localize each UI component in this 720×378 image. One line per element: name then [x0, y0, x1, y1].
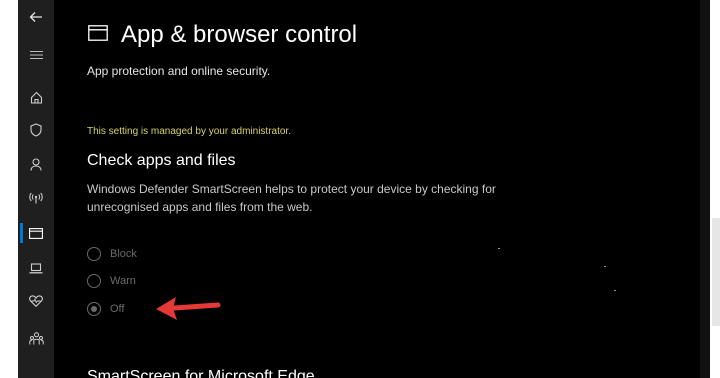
- sidebar-item-family-options[interactable]: [18, 324, 54, 352]
- home-icon: [30, 91, 42, 104]
- radio-option-block[interactable]: Block: [87, 244, 137, 264]
- active-indicator: [20, 223, 23, 243]
- sidebar-item-home[interactable]: [18, 83, 54, 111]
- menu-button[interactable]: [18, 41, 54, 69]
- heart-health-icon: [29, 295, 43, 307]
- radio-button[interactable]: [87, 247, 101, 261]
- wireless-icon: [29, 192, 43, 204]
- app-browser-icon: [88, 25, 108, 41]
- app-window: App & browser control App protection and…: [18, 0, 710, 378]
- page-title: App & browser control: [121, 21, 358, 48]
- sidebar-item-device-security[interactable]: [18, 254, 54, 282]
- shield-icon: [30, 123, 42, 137]
- admin-managed-notice: This setting is managed by your administ…: [87, 126, 291, 137]
- back-button[interactable]: [18, 3, 54, 31]
- screen-speck: [498, 248, 500, 249]
- family-icon: [28, 331, 44, 344]
- radio-option-off[interactable]: Off: [87, 299, 124, 319]
- person-icon: [30, 157, 42, 171]
- back-arrow-icon: [29, 12, 42, 22]
- radio-label: Off: [110, 303, 125, 315]
- scrollbar[interactable]: [700, 0, 710, 378]
- sidebar-item-firewall[interactable]: [18, 184, 54, 212]
- smartscreen-edge-heading: SmartScreen for Microsoft Edge: [87, 368, 315, 378]
- radio-label: Warn: [110, 275, 136, 287]
- radio-button-selected[interactable]: [87, 302, 101, 316]
- radio-option-warn[interactable]: Warn: [87, 271, 136, 291]
- screen-speck: [614, 290, 616, 291]
- radio-button[interactable]: [87, 274, 101, 288]
- check-apps-description: Windows Defender SmartScreen helps to pr…: [87, 182, 496, 214]
- right-edge-panel: [712, 218, 720, 326]
- sidebar-item-virus-protection[interactable]: [18, 116, 54, 144]
- radio-label: Block: [110, 248, 137, 260]
- hamburger-menu-icon: [29, 50, 43, 60]
- sidebar-item-app-browser-control[interactable]: [18, 219, 54, 247]
- page-subtitle: App protection and online security.: [87, 64, 271, 78]
- sidebar-item-device-health[interactable]: [18, 287, 54, 315]
- laptop-icon: [29, 262, 43, 273]
- screen-speck: [604, 266, 606, 267]
- sidebar: [18, 0, 54, 378]
- app-browser-icon: [29, 227, 43, 239]
- check-apps-heading: Check apps and files: [87, 152, 236, 169]
- red-arrow-annotation: [156, 297, 221, 320]
- sidebar-item-account[interactable]: [18, 150, 54, 178]
